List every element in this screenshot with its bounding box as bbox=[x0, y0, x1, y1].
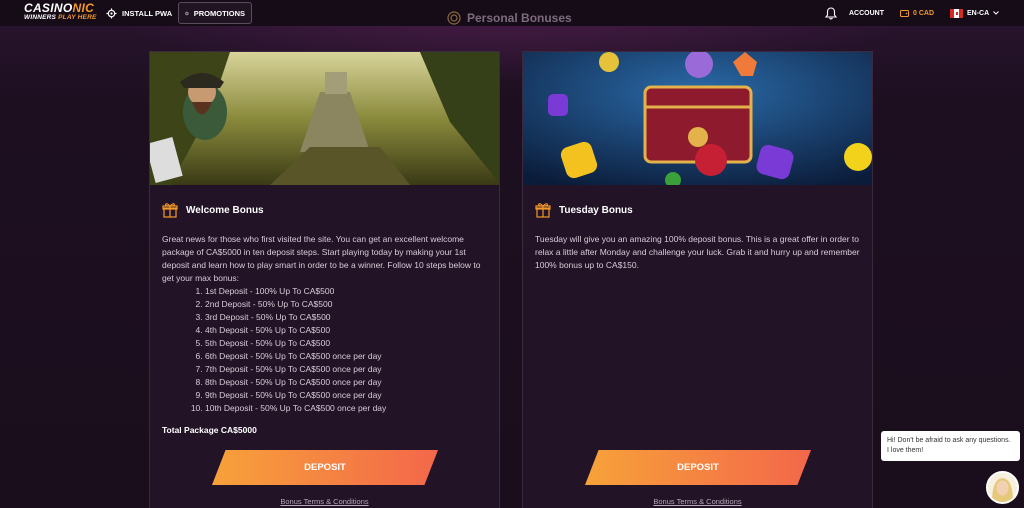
notifications-button[interactable] bbox=[825, 0, 837, 26]
list-item: 7th Deposit - 50% Up To CA$500 once per … bbox=[205, 363, 492, 376]
chevron-down-icon bbox=[993, 11, 1000, 15]
promotions-label: PROMOTIONS bbox=[193, 8, 245, 18]
page-title: Personal Bonuses bbox=[447, 11, 572, 25]
tuesday-bonus-banner-image bbox=[523, 52, 872, 185]
gear-icon bbox=[106, 7, 117, 19]
page-title-text: Personal Bonuses bbox=[467, 11, 572, 25]
welcome-bonus-banner-image bbox=[150, 52, 499, 185]
coin-icon bbox=[185, 11, 189, 15]
bell-icon bbox=[825, 6, 837, 19]
list-item: 4th Deposit - 50% Up To CA$500 bbox=[205, 324, 492, 337]
promotions-button[interactable]: PROMOTIONS bbox=[178, 2, 252, 24]
logo-word-a: CASINO bbox=[24, 1, 73, 15]
list-item: 9th Deposit - 50% Up To CA$500 once per … bbox=[205, 389, 492, 402]
gift-icon bbox=[535, 203, 551, 218]
bonus-card-tuesday: Tuesday Bonus Tuesday will give you an a… bbox=[522, 51, 873, 508]
list-item: 1st Deposit - 100% Up To CA$500 bbox=[205, 285, 492, 298]
wallet-icon bbox=[900, 10, 909, 17]
casino-logo[interactable]: CASINONIC WINNERS PLAY HERE bbox=[24, 2, 97, 22]
bonus-terms-link[interactable]: Bonus Terms & Conditions bbox=[150, 497, 499, 506]
support-agent-icon bbox=[988, 473, 1017, 502]
tuesday-bonus-header: Tuesday Bonus bbox=[535, 202, 633, 218]
bonus-card-welcome: Welcome Bonus Great news for those who f… bbox=[149, 51, 500, 508]
list-item: 6th Deposit - 50% Up To CA$500 once per … bbox=[205, 350, 492, 363]
welcome-bonus-intro: Great news for those who first visited t… bbox=[162, 234, 481, 283]
deposit-steps-list: 1st Deposit - 100% Up To CA$500 2nd Depo… bbox=[196, 285, 492, 415]
coin-stack-icon bbox=[447, 11, 461, 25]
list-item: 3rd Deposit - 50% Up To CA$500 bbox=[205, 311, 492, 324]
tuesday-bonus-title: Tuesday Bonus bbox=[559, 204, 633, 216]
list-item: 2nd Deposit - 50% Up To CA$500 bbox=[205, 298, 492, 311]
total-package: Total Package CA$5000 bbox=[162, 425, 257, 435]
welcome-bonus-header: Welcome Bonus bbox=[162, 202, 264, 218]
list-item: 5th Deposit - 50% Up To CA$500 bbox=[205, 337, 492, 350]
install-pwa-label: INSTALL PWA bbox=[122, 8, 173, 18]
bonus-terms-link[interactable]: Bonus Terms & Conditions bbox=[523, 497, 872, 506]
logo-tagline-a: WINNERS bbox=[24, 14, 59, 21]
list-item: 8th Deposit - 50% Up To CA$500 once per … bbox=[205, 376, 492, 389]
balance-display[interactable]: 0 CAD bbox=[900, 0, 934, 26]
chat-avatar[interactable] bbox=[986, 471, 1019, 504]
logo-word-b: NIC bbox=[72, 1, 95, 15]
tuesday-bonus-intro: Tuesday will give you an amazing 100% de… bbox=[535, 234, 860, 270]
deposit-button[interactable]: DEPOSIT bbox=[585, 450, 811, 485]
welcome-bonus-description: Great news for those who first visited t… bbox=[162, 233, 492, 437]
welcome-bonus-title: Welcome Bonus bbox=[186, 204, 264, 216]
install-pwa-button[interactable]: INSTALL PWA bbox=[100, 2, 178, 24]
deposit-button[interactable]: DEPOSIT bbox=[212, 450, 438, 485]
tuesday-bonus-description: Tuesday will give you an amazing 100% de… bbox=[535, 233, 865, 272]
logo-tagline-b: PLAY HERE bbox=[58, 14, 97, 21]
gift-icon bbox=[162, 203, 178, 218]
balance-amount: 0 CAD bbox=[913, 9, 935, 17]
list-item: 10th Deposit - 50% Up To CA$500 once per… bbox=[205, 402, 492, 415]
account-link[interactable]: ACCOUNT bbox=[849, 0, 884, 26]
canada-flag-icon bbox=[950, 8, 963, 18]
language-label: EN-CA bbox=[967, 9, 990, 17]
language-selector[interactable]: EN-CA bbox=[950, 0, 1000, 26]
chat-greeting-bubble[interactable]: Hi! Don't be afraid to ask any questions… bbox=[881, 431, 1020, 461]
